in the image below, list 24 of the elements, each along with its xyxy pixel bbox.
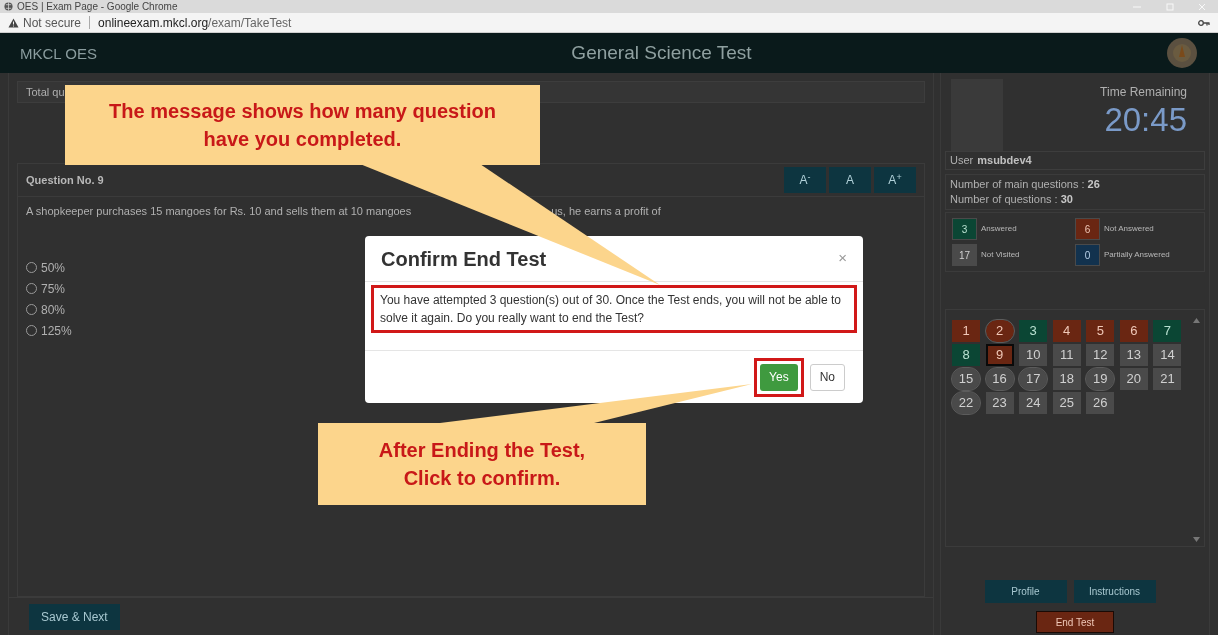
exam-title: General Science Test [570, 40, 753, 65]
question-number: Question No. 9 [26, 172, 104, 188]
user-name: msubdev4 [977, 153, 1032, 169]
stat-text: Number of main questions : 26 [950, 177, 1101, 192]
status-count: 6 [1075, 218, 1100, 240]
status-label: Not Visited [981, 249, 1020, 261]
question-text: A shopkeeper purchases 15 mangoes for Rs. 10 and sells them at 10 mangoes [26, 204, 412, 219]
status-count: 0 [1075, 244, 1100, 266]
logo-text: MKCL OES [20, 45, 97, 61]
summary-text: Total qu [26, 84, 65, 100]
dialog-message: You have attempted 3 question(s) out of 30. Once the Test ends, you will not be able to solve it again. Do you really want to end the Test? [371, 285, 857, 333]
timer: 20:45 [1104, 101, 1187, 139]
dialog-title: Confirm End Test [381, 246, 547, 272]
window-title: OES | Exam Page - Google Chrome [17, 1, 178, 12]
callout-text: After Ending the Test, Click to confirm. [378, 438, 586, 491]
status-count: 17 [952, 244, 977, 266]
status-label: Partially Answered [1104, 249, 1170, 261]
status-label: Not Answered [1104, 223, 1154, 235]
time-label: Time Remaining [1100, 84, 1187, 101]
callout-text: The message shows how many question have you completed. [109, 99, 496, 152]
status-label: Answered [981, 223, 1017, 235]
user-label: User [950, 153, 974, 169]
stat-text: Number of questions : 30 [950, 192, 1074, 207]
status-count: 3 [952, 218, 977, 240]
